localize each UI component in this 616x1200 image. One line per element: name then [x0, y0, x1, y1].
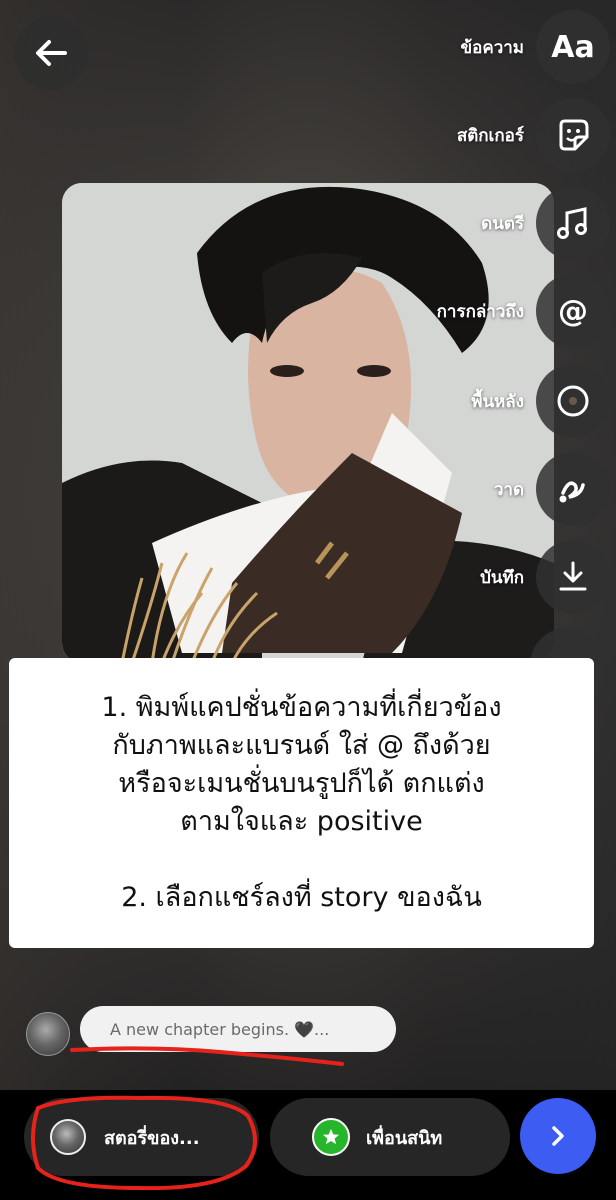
instruction-line: ตามใจและ positive: [180, 806, 423, 837]
close-friends-button[interactable]: เพื่อนสนิท: [270, 1098, 510, 1176]
chevron-right-icon: [552, 1126, 564, 1146]
star-icon: [312, 1118, 350, 1156]
draw-tool-button[interactable]: [536, 452, 610, 526]
tool-background[interactable]: พื้นหลัง: [471, 364, 616, 438]
instruction-line: 2. เลือกแชร์ลงที่ story ของฉัน: [121, 882, 482, 913]
instruction-overlay: 1. พิมพ์แคปชั่นข้อความที่เกี่ยวข้อง กับภ…: [9, 658, 594, 948]
caption-text: A new chapter begins. 🖤...: [110, 1019, 330, 1039]
text-icon: Aa: [551, 29, 595, 65]
draw-icon: [559, 481, 585, 503]
instruction-line: 1. พิมพ์แคปชั่นข้อความที่เกี่ยวข้อง: [101, 692, 502, 723]
tool-draw[interactable]: วาด: [494, 452, 616, 526]
close-friends-label: เพื่อนสนิท: [366, 1127, 443, 1149]
tool-label: พื้นหลัง: [471, 391, 524, 412]
star-glyph: [322, 1128, 340, 1145]
red-circle-annotation: [31, 1095, 257, 1191]
sticker-tool-button[interactable]: [536, 98, 610, 172]
send-button[interactable]: [520, 1098, 596, 1174]
save-tool-button[interactable]: [536, 540, 610, 614]
tool-label: สติกเกอร์: [456, 125, 524, 146]
tool-label: ดนตรี: [481, 213, 524, 234]
tool-label: วาด: [493, 479, 524, 500]
background-icon: [557, 385, 589, 417]
instruction-line: หรือจะเมนชั่นบนรูปก็ได้ ตกแต่ง: [118, 768, 485, 799]
back-button[interactable]: [14, 16, 88, 90]
red-underline-annotation: [70, 1046, 344, 1066]
arrow-left-icon: [36, 40, 67, 66]
download-icon: [559, 561, 587, 591]
tool-label: การกล่าวถึง: [436, 301, 524, 322]
tool-save[interactable]: บันทึก: [480, 540, 616, 614]
tool-label: บันทึก: [480, 567, 524, 588]
tool-label: ข้อความ: [460, 37, 524, 58]
mention-tool-button[interactable]: @: [536, 274, 610, 348]
sticker-icon: [559, 119, 589, 151]
tool-sticker[interactable]: สติกเกอร์: [457, 98, 616, 172]
tool-mention[interactable]: การกล่าวถึง @: [437, 274, 616, 348]
music-tool-button[interactable]: [536, 186, 610, 260]
background-tool-button[interactable]: [536, 364, 610, 438]
text-tool-button[interactable]: Aa: [536, 10, 610, 84]
mention-icon: @: [558, 293, 588, 329]
instruction-line: กับภาพและแบรนด์ ใส่ @ ถึงด้วย: [112, 730, 491, 761]
avatar: [26, 1012, 70, 1056]
music-icon: [557, 207, 587, 239]
tool-music[interactable]: ดนตรี: [481, 186, 616, 260]
tool-text[interactable]: ข้อความ Aa: [460, 10, 616, 84]
